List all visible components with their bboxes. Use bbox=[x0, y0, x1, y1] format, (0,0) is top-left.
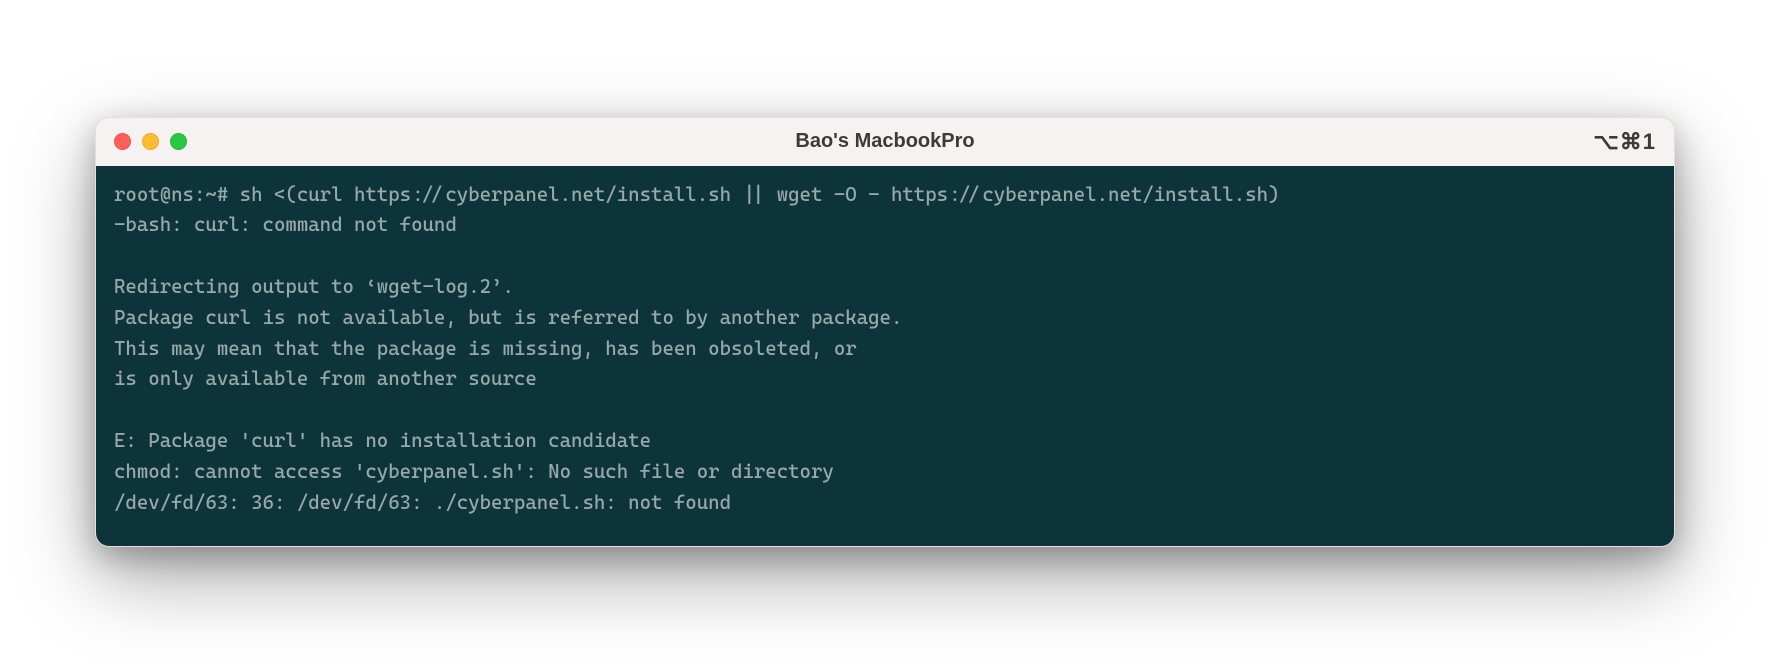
terminal-line: root@ns:~# sh <(curl https://cyberpanel.… bbox=[114, 180, 1656, 211]
terminal-line: E: Package 'curl' has no installation ca… bbox=[114, 426, 1656, 457]
terminal-line: /dev/fd/63: 36: /dev/fd/63: ./cyberpanel… bbox=[114, 488, 1656, 519]
zoom-icon[interactable] bbox=[170, 133, 187, 150]
traffic-lights bbox=[114, 133, 187, 150]
terminal-line: Package curl is not available, but is re… bbox=[114, 303, 1656, 334]
window-title: Bao's MacbookPro bbox=[96, 130, 1674, 153]
terminal-line: This may mean that the package is missin… bbox=[114, 334, 1656, 365]
terminal-line: Redirecting output to ‘wget-log.2’. bbox=[114, 272, 1656, 303]
terminal-line: chmod: cannot access 'cyberpanel.sh': No… bbox=[114, 457, 1656, 488]
terminal-body[interactable]: root@ns:~# sh <(curl https://cyberpanel.… bbox=[96, 166, 1674, 547]
terminal-line bbox=[114, 395, 1656, 426]
close-icon[interactable] bbox=[114, 133, 131, 150]
minimize-icon[interactable] bbox=[142, 133, 159, 150]
titlebar-shortcut: ⌥⌘1 bbox=[1593, 129, 1656, 155]
titlebar[interactable]: Bao's MacbookPro ⌥⌘1 bbox=[96, 118, 1674, 166]
terminal-line: is only available from another source bbox=[114, 364, 1656, 395]
terminal-window: Bao's MacbookPro ⌥⌘1 root@ns:~# sh <(cur… bbox=[95, 117, 1675, 548]
terminal-line: -bash: curl: command not found bbox=[114, 210, 1656, 241]
terminal-line bbox=[114, 241, 1656, 272]
